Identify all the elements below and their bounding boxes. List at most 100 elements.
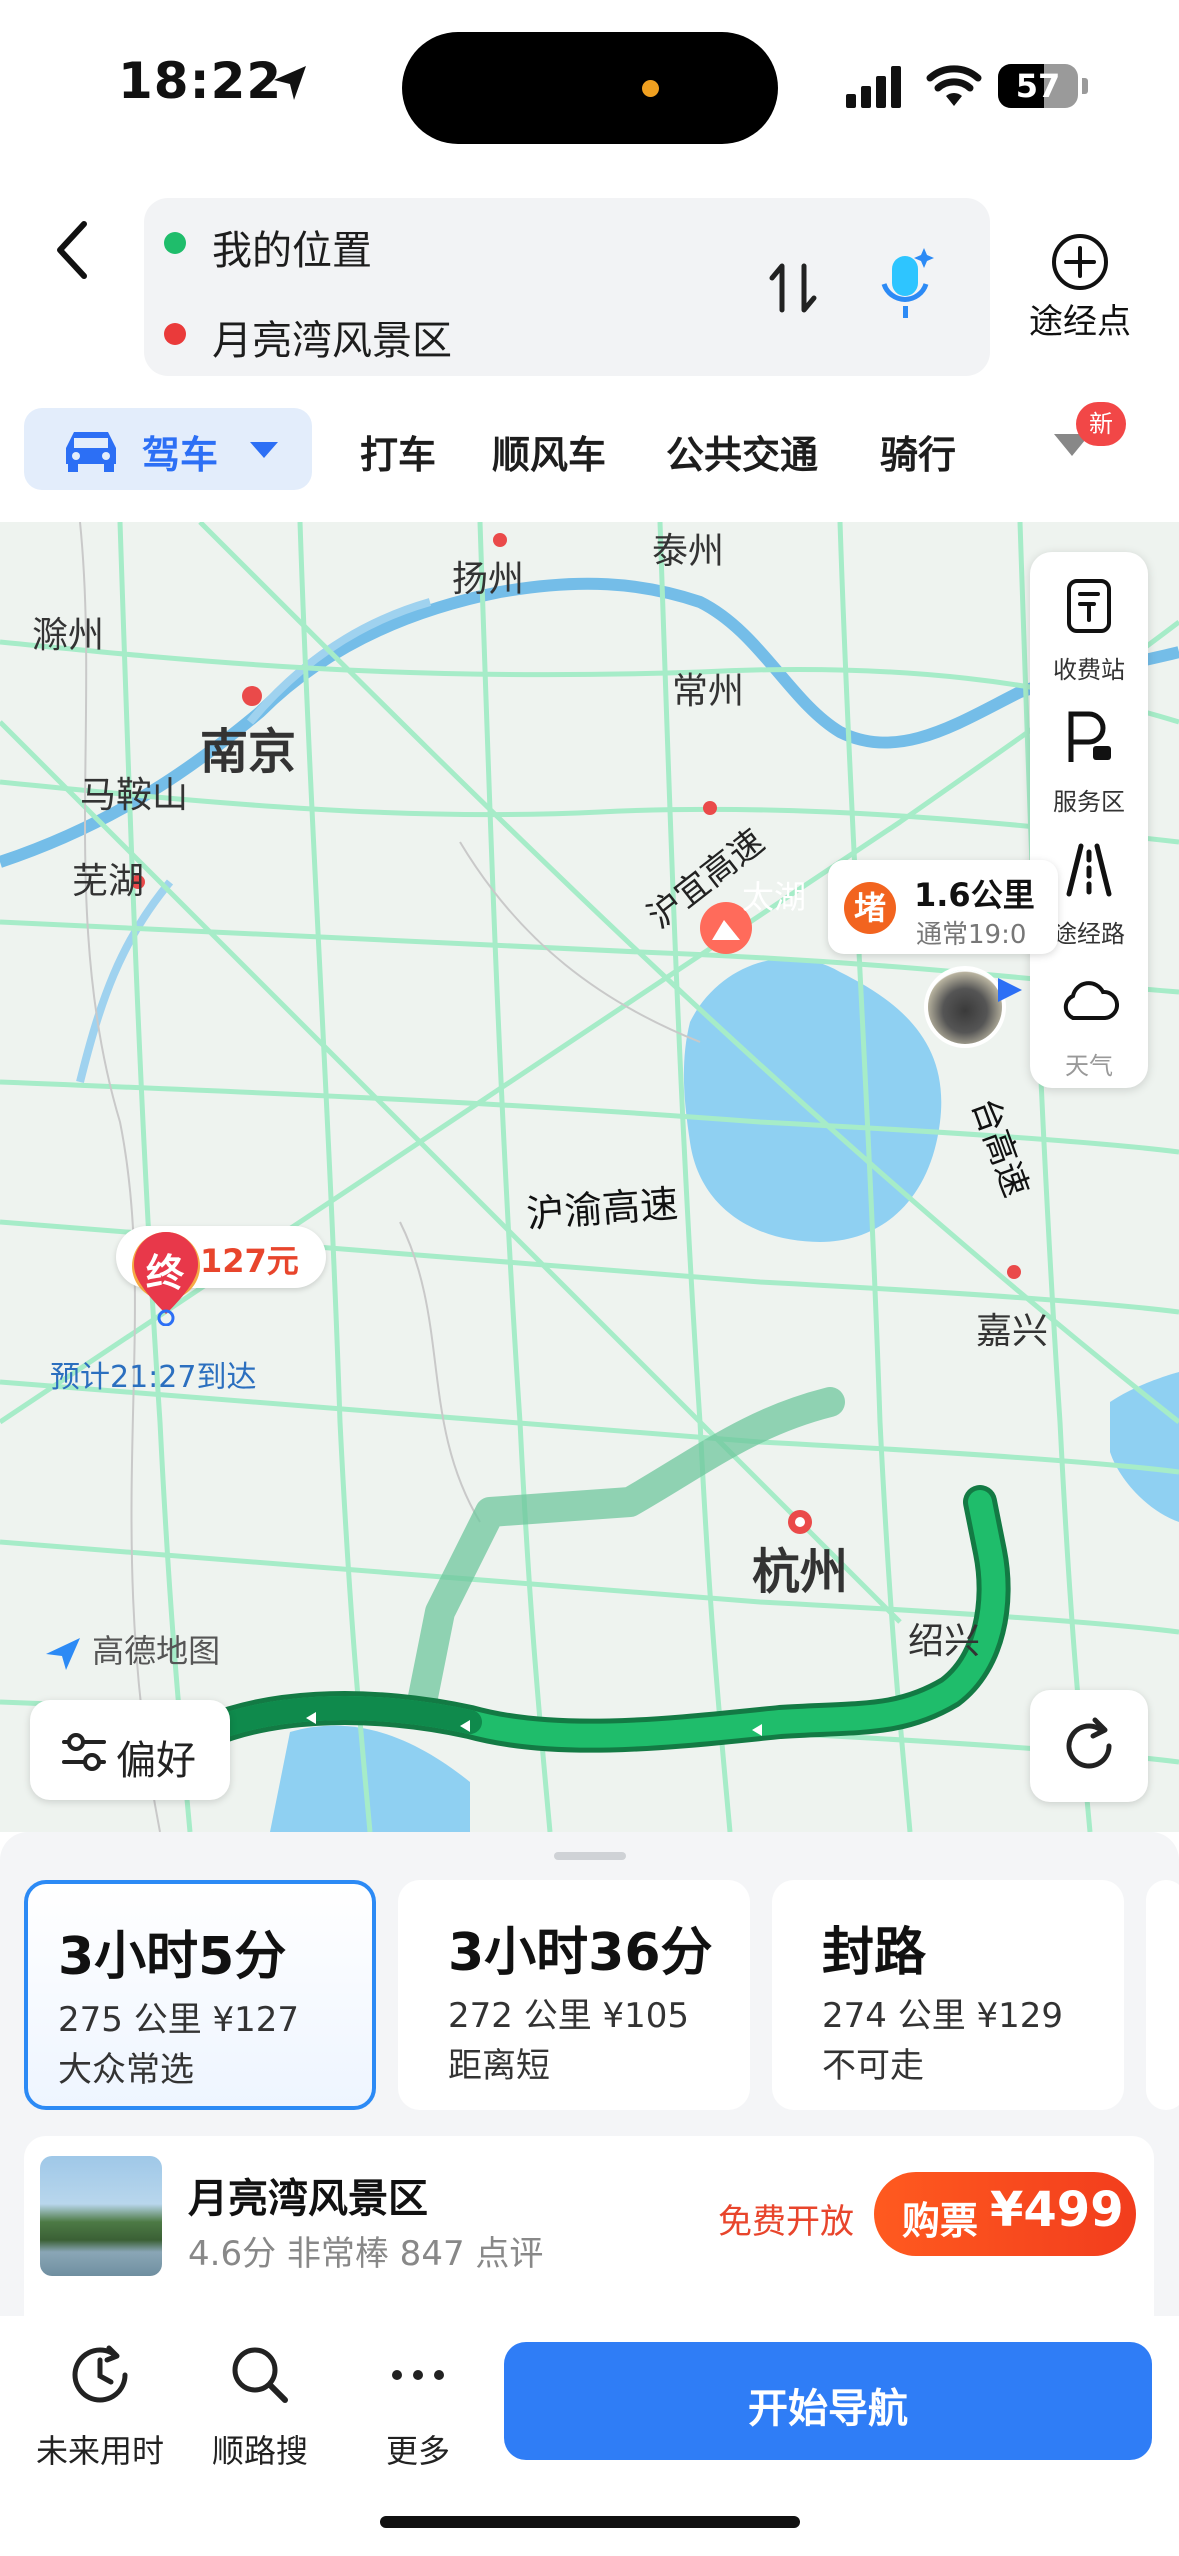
poi-name: 月亮湾风景区 (188, 2176, 428, 2222)
city-label: 南京 (200, 724, 297, 780)
poi-rating: 4.6分 非常棒 847 点评 (188, 2234, 544, 2274)
search-along-button[interactable]: 顺路搜 (190, 2338, 330, 2470)
chevron-down-icon (250, 442, 278, 458)
route-distance-cost: 275 公里 ¥127 (58, 2000, 300, 2040)
start-navigation-label: 开始导航 (748, 2386, 908, 2432)
tab-drive-label: 驾车 (142, 433, 219, 477)
back-button[interactable] (40, 210, 104, 290)
dynamic-island (402, 32, 778, 144)
island-indicator-dot (642, 80, 659, 97)
route-distance-cost: 274 公里 ¥129 (822, 1996, 1064, 2036)
city-label: 扬州 (452, 559, 525, 600)
map-layer-panel: 收费站 服务区 途经路 天气 (1030, 552, 1148, 1088)
city-label: 常州 (672, 671, 745, 712)
lake-label: 太湖 (742, 878, 807, 916)
tab-drive[interactable]: 驾车 (24, 408, 312, 490)
route-option-4-partial[interactable] (1146, 1880, 1179, 2110)
poi-thumbnail (40, 2156, 162, 2276)
end-dot-icon (164, 323, 186, 345)
waypoint-label: 途经点 (1029, 302, 1131, 342)
car-icon (66, 432, 116, 472)
cloud-icon (1063, 981, 1119, 1020)
destination-field[interactable]: 月亮湾风景区 (212, 308, 452, 366)
route-tag: 大众常选 (58, 2050, 194, 2090)
start-dot-icon (164, 232, 186, 254)
city-label: 绍兴 (908, 1621, 981, 1662)
tab-carpool[interactable]: 顺风车 (492, 424, 606, 479)
buy-ticket-label: 购票 (902, 2199, 979, 2243)
city-label: 芜湖 (72, 861, 145, 902)
weather-label: 天气 (1065, 1052, 1113, 1080)
new-badge: 新 (1076, 402, 1126, 446)
service-area-icon (1068, 711, 1111, 762)
ticket-price: ¥499 (990, 2182, 1124, 2238)
route-duration: 3小时5分 (58, 1927, 287, 1987)
weather-button[interactable]: 天气 (1030, 974, 1148, 1080)
route-tag: 距离短 (448, 2046, 550, 2086)
search-along-label: 顺路搜 (211, 2432, 308, 2470)
toll-station-icon (1067, 579, 1111, 633)
home-indicator (380, 2516, 800, 2528)
user-location-avatar[interactable] (928, 970, 1002, 1044)
status-time: 18:22 (118, 52, 283, 110)
wifi-icon (926, 65, 982, 106)
refresh-route-button[interactable] (1030, 1690, 1148, 1802)
city-label: 嘉兴 (976, 1311, 1049, 1352)
route-duration: 3小时36分 (448, 1923, 713, 1983)
city-label: 滁州 (32, 615, 105, 656)
start-navigation-button[interactable]: 开始导航 (504, 2342, 1152, 2460)
battery-indicator: 57 (998, 64, 1078, 108)
route-duration: 封路 (822, 1923, 927, 1983)
buy-ticket-button[interactable]: 购票 ¥499 (874, 2172, 1136, 2256)
location-arrow-icon (274, 66, 306, 100)
service-area-button[interactable]: 服务区 (1030, 710, 1148, 816)
amap-logo: 高德地图 (44, 1626, 220, 1672)
battery-cap (1082, 78, 1088, 94)
route-option-3[interactable]: 封路 274 公里 ¥129 不可走 (772, 1880, 1124, 2110)
tab-cycling[interactable]: 骑行 (880, 424, 956, 479)
sliders-icon (62, 1733, 106, 1771)
future-time-label: 未来用时 (35, 2432, 164, 2470)
plus-circle-icon (1052, 234, 1108, 290)
search-icon (232, 2347, 288, 2403)
city-label: 泰州 (652, 531, 725, 572)
city-label: 马鞍山 (80, 775, 189, 816)
toll-station-label: 收费站 (1053, 656, 1125, 684)
voice-input-button[interactable] (876, 246, 936, 326)
jam-distance: 1.6公里 (914, 876, 1035, 914)
poi-free-status: 免费开放 (718, 2202, 854, 2242)
toll-station-button[interactable]: 收费站 (1030, 578, 1148, 684)
cellular-signal-icon (846, 66, 901, 108)
refresh-icon (1066, 1717, 1112, 1769)
route-option-1[interactable]: 3小时5分 275 公里 ¥127 大众常选 (24, 1880, 376, 2110)
tab-taxi[interactable]: 打车 (360, 424, 436, 479)
route-tag: 不可走 (822, 2046, 924, 2086)
preference-label: 偏好 (116, 1738, 196, 1784)
amap-logo-text: 高德地图 (92, 1632, 221, 1670)
start-location-field[interactable]: 我的位置 (212, 218, 372, 276)
route-distance-cost: 272 公里 ¥105 (448, 1996, 690, 2036)
swap-route-button[interactable] (766, 258, 822, 318)
future-time-button[interactable]: 未来用时 (30, 2338, 170, 2470)
eta-label: 预计21:27到达 (50, 1360, 257, 1395)
more-dots-icon (392, 2370, 444, 2380)
service-area-label: 服务区 (1053, 788, 1125, 816)
route-option-2[interactable]: 3小时36分 272 公里 ¥105 距离短 (398, 1880, 750, 2110)
traffic-jam-callout[interactable]: 堵 1.6公里 通常19:0 (828, 860, 1058, 954)
preference-button[interactable]: 偏好 (30, 1700, 230, 1800)
more-button[interactable]: 更多 (348, 2338, 488, 2470)
jam-badge: 堵 (844, 882, 896, 934)
battery-percent: 57 (1015, 67, 1061, 105)
clock-icon (72, 2345, 128, 2403)
destination-pin-label: 终 (146, 1251, 185, 1295)
road-label: 沪渝高速 (524, 1181, 680, 1237)
sheet-handle[interactable] (554, 1852, 626, 1860)
more-label: 更多 (385, 2432, 450, 2470)
tab-public-transit[interactable]: 公共交通 (666, 424, 818, 479)
destination-poi-card[interactable]: 月亮湾风景区 4.6分 非常棒 847 点评 免费开放 购票 ¥499 (24, 2136, 1154, 2326)
add-waypoint-button[interactable]: 途经点 (1020, 228, 1140, 358)
jam-usual-time: 通常19:0 (916, 920, 1027, 950)
destination-pin[interactable]: 终 (128, 1226, 204, 1326)
heading-arrow-icon (998, 978, 1022, 1002)
toll-price: 127元 (200, 1242, 299, 1280)
